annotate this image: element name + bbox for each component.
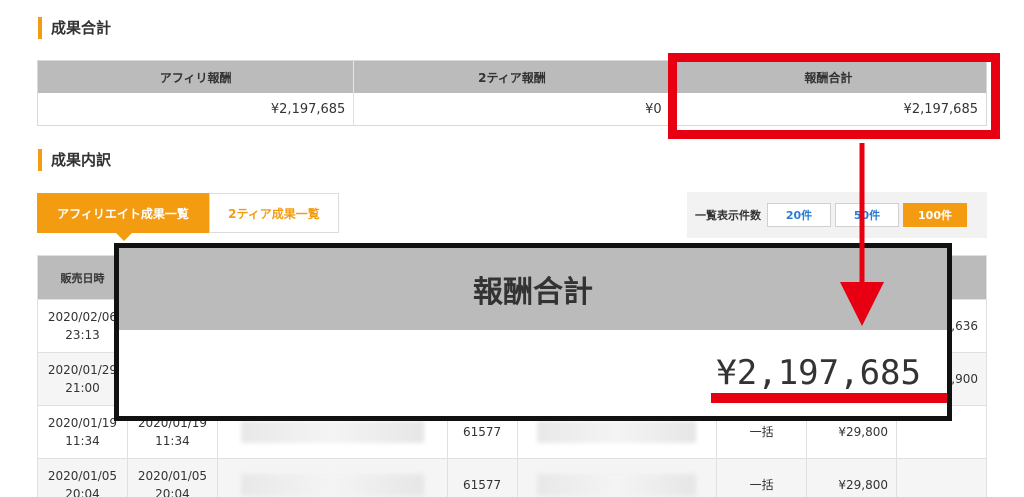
arrow-icon xyxy=(840,143,884,326)
